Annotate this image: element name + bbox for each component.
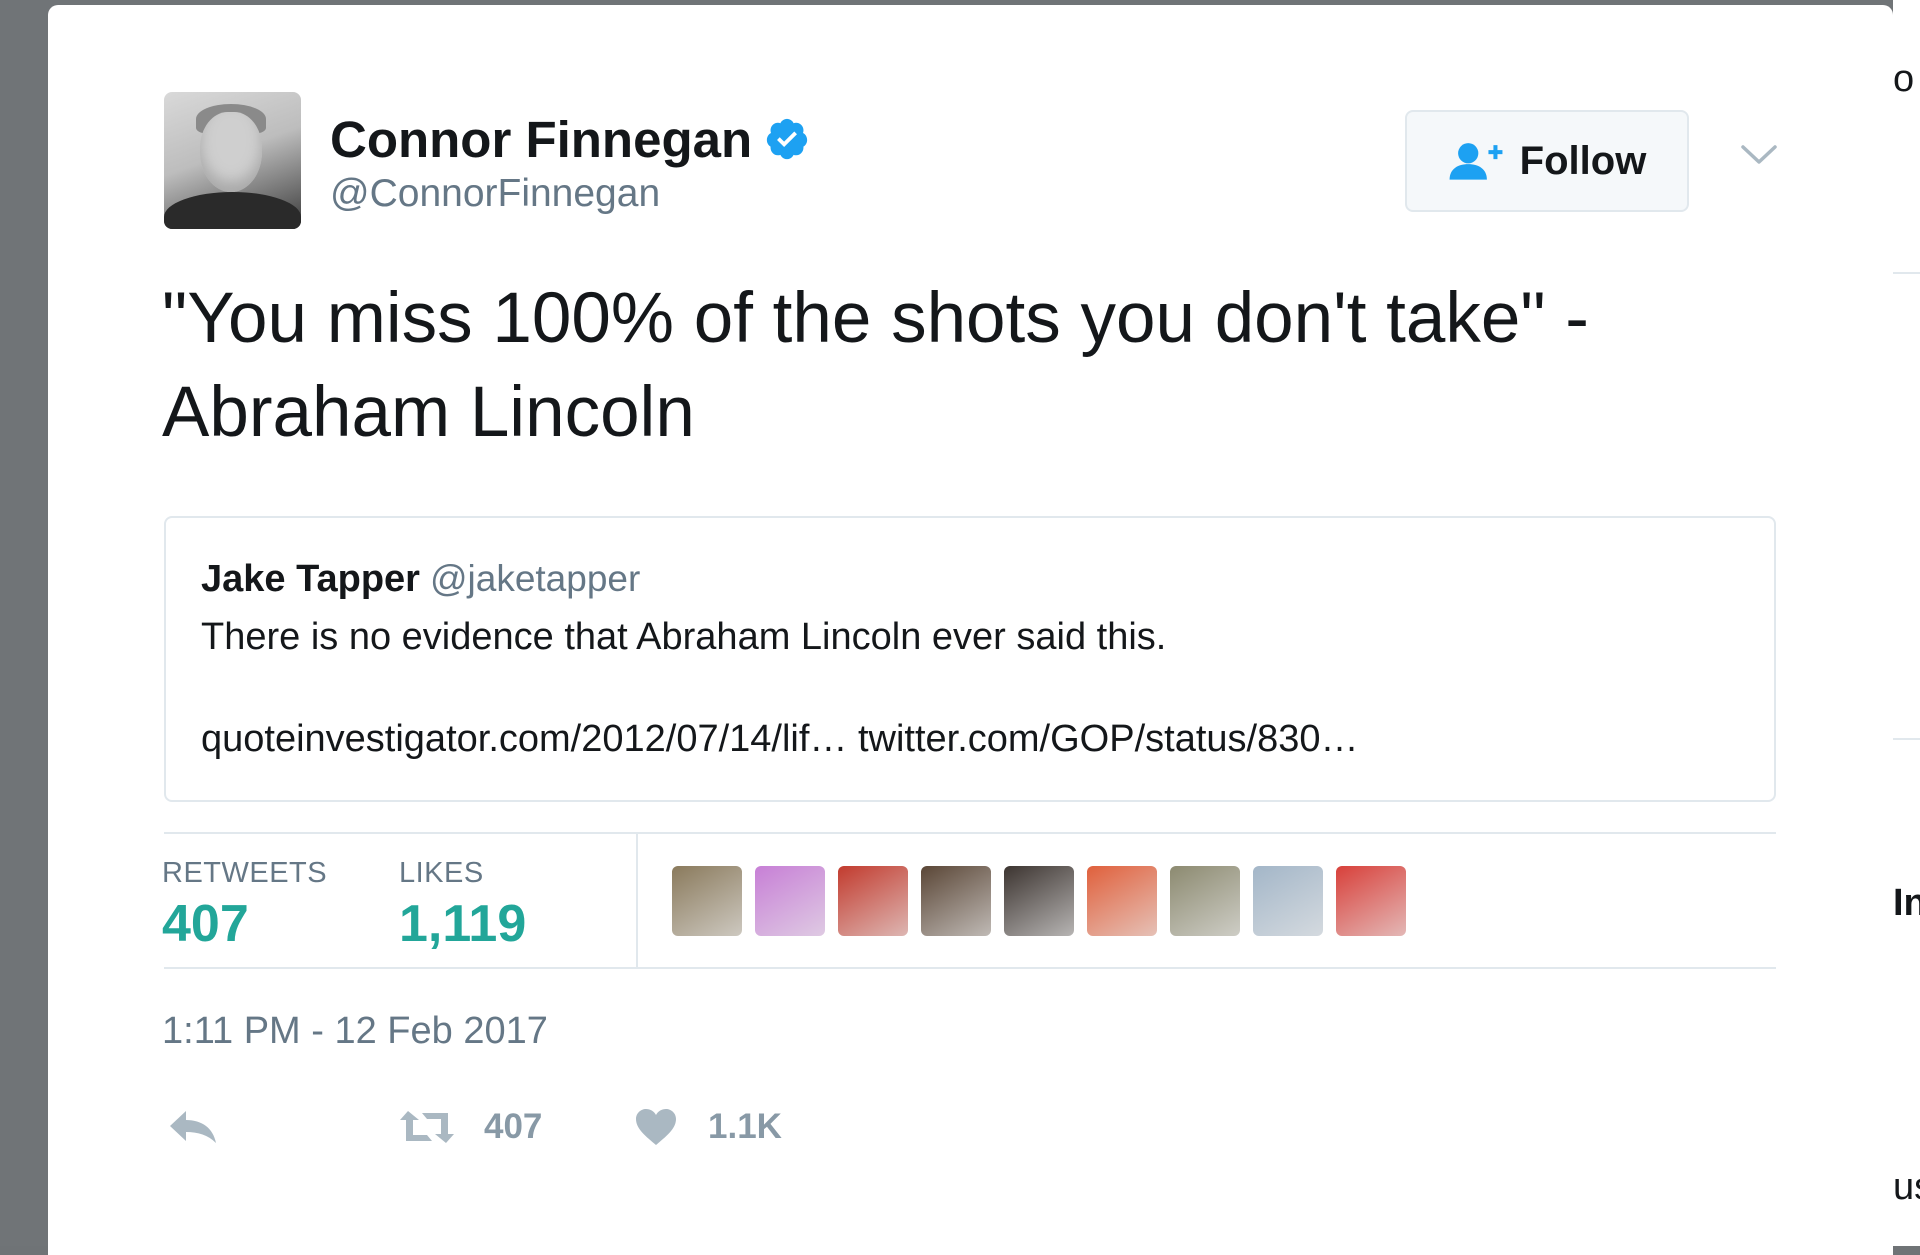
quoted-author-handle: @jaketapper [429,558,641,599]
reply-button[interactable] [166,1100,220,1154]
stats-bottom-divider [164,967,1776,969]
follow-user-plus-icon [1449,143,1503,180]
background-divider [1893,272,1920,274]
liker-avatars [672,866,1406,936]
background-text-fragment: In [1893,882,1920,924]
reply-icon [170,1111,216,1143]
quoted-author: Jake Tapper @jaketapper [201,558,640,601]
liker-avatar[interactable] [1087,866,1157,936]
background-divider [1893,738,1920,740]
author-display-name[interactable]: Connor Finnegan [330,110,752,169]
liker-avatar[interactable] [921,866,991,936]
background-text-fragment: o [1893,58,1915,100]
author-handle[interactable]: @ConnorFinnegan [330,172,660,216]
follow-button-label: Follow [1519,138,1647,183]
tweet-timestamp[interactable]: 1:11 PM - 12 Feb 2017 [162,1010,548,1053]
avatar-face [200,112,262,192]
liker-avatar[interactable] [672,866,742,936]
likes-count[interactable]: 1,119 [399,894,526,954]
quoted-tweet-card[interactable]: Jake Tapper @jaketapper There is no evide… [164,516,1776,802]
liker-avatar[interactable] [1253,866,1323,936]
avatar-shoulders [164,192,301,229]
verified-badge-icon [766,118,808,160]
like-button[interactable]: 1.1K [634,1100,782,1154]
heart-icon [636,1109,676,1145]
stats-vertical-divider [636,834,638,968]
stats-top-divider [164,832,1776,834]
liker-avatar[interactable] [1336,866,1406,936]
liker-avatar[interactable] [838,866,908,936]
retweet-button[interactable]: 407 [398,1100,542,1154]
follow-button[interactable]: Follow [1405,110,1689,212]
quoted-tweet-text: There is no evidence that Abraham Lincol… [201,616,1167,658]
liker-avatar[interactable] [1170,866,1240,936]
tweet-text: "You miss 100% of the shots you don't ta… [162,279,1589,452]
quoted-author-name: Jake Tapper [201,558,420,600]
liker-avatar[interactable] [1004,866,1074,936]
retweets-count[interactable]: 407 [162,894,249,954]
liker-avatar[interactable] [755,866,825,936]
retweet-action-count: 407 [484,1107,543,1146]
retweets-label: RETWEETS [162,857,328,889]
quoted-tweet-links[interactable]: quoteinvestigator.com/2012/07/14/lif… tw… [201,718,1358,761]
retweet-icon [400,1111,454,1143]
chevron-down-icon[interactable] [1740,142,1778,168]
like-action-count: 1.1K [708,1107,782,1146]
likes-label: LIKES [399,857,484,889]
background-text-fragment: us [1893,1166,1920,1208]
author-avatar[interactable] [164,92,301,229]
background-timeline-strip: o In us [1893,0,1920,1246]
